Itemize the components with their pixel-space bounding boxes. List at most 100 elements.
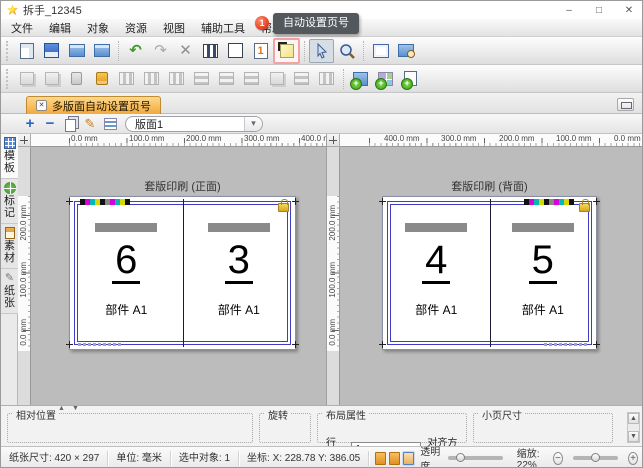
- remove-layout-item-button[interactable]: −: [41, 115, 59, 132]
- ruler-label: 300.0 mm: [244, 134, 280, 143]
- menu-object[interactable]: 对象: [79, 19, 117, 37]
- scroll-up-icon[interactable]: ▲: [628, 413, 639, 424]
- sidebar-tab-materials[interactable]: 素材: [1, 224, 18, 269]
- page-slot[interactable]: 4 部件 A1: [383, 197, 490, 349]
- menu-resource[interactable]: 资源: [117, 19, 155, 37]
- sidebar-tab-label: 标记: [4, 195, 16, 219]
- active-document-tab[interactable]: ✕ 多版面自动设置页号: [26, 96, 161, 114]
- add-layout-item-button[interactable]: +: [21, 115, 39, 132]
- opacity-half-icon[interactable]: [389, 452, 400, 465]
- new-file-button[interactable]: [14, 39, 39, 63]
- close-button[interactable]: ✕: [622, 5, 636, 16]
- imposition-grid-button[interactable]: [223, 39, 248, 63]
- minus-icon: −: [46, 115, 55, 132]
- menu-tools[interactable]: 辅助工具: [193, 19, 253, 37]
- lock-button[interactable]: [64, 67, 89, 91]
- collapse-down-icon[interactable]: ▼: [72, 405, 79, 412]
- group-title: 布局属性: [323, 407, 369, 422]
- align-top-button[interactable]: [239, 67, 264, 91]
- toolbar-grip[interactable]: [6, 41, 11, 61]
- align-bottom-button[interactable]: [189, 67, 214, 91]
- swap-pages-icon: [119, 72, 134, 85]
- columns-view-icon: [203, 44, 218, 58]
- zoom-slider-thumb[interactable]: [591, 453, 600, 462]
- menu-file[interactable]: 文件: [3, 19, 41, 37]
- export-layout-button[interactable]: [89, 39, 114, 63]
- front-sheet[interactable]: 6 部件 A1 3 部件 A1: [69, 196, 296, 350]
- menu-view[interactable]: 视图: [155, 19, 193, 37]
- page-header-bar: [405, 223, 467, 232]
- scroll-down-icon[interactable]: ▼: [628, 431, 639, 442]
- sidebar-tab-paper[interactable]: ✎ 纸张: [1, 269, 18, 314]
- properties-scrollbar[interactable]: ▲ ▼: [627, 412, 640, 443]
- undo-button[interactable]: ↶: [123, 39, 148, 63]
- maximize-button[interactable]: □: [592, 5, 606, 16]
- collapse-up-icon[interactable]: ▲: [58, 405, 65, 412]
- add-layout-button[interactable]: [348, 67, 373, 91]
- menu-edit[interactable]: 编辑: [41, 19, 79, 37]
- opacity-transparent-icon[interactable]: [403, 452, 414, 465]
- ruler-label: 100.0 mm: [328, 262, 337, 298]
- edit-layout-button[interactable]: ✎: [81, 115, 99, 132]
- layout-list-button[interactable]: [101, 115, 119, 132]
- add-parts-button[interactable]: [373, 67, 398, 91]
- coordinates-status: 坐标: X: 228.78 Y: 386.05: [239, 451, 369, 466]
- paper-pen-icon: ✎: [4, 272, 16, 284]
- add-page-button[interactable]: [398, 67, 423, 91]
- opacity-slider[interactable]: [448, 456, 503, 460]
- sidebar-tab-marks[interactable]: 标记: [1, 179, 18, 224]
- columns-view-button[interactable]: [198, 39, 223, 63]
- page-slot[interactable]: 3 部件 A1: [183, 197, 296, 349]
- toolbar-grip[interactable]: [6, 69, 11, 89]
- flip-horizontal-button[interactable]: [139, 67, 164, 91]
- import-layout-button[interactable]: [64, 39, 89, 63]
- columns-layout-button[interactable]: [314, 67, 339, 91]
- rows-layout-button[interactable]: [289, 67, 314, 91]
- auto-page-number-button[interactable]: [273, 38, 300, 64]
- page-slot[interactable]: 5 部件 A1: [490, 197, 597, 349]
- page-slot[interactable]: 6 部件 A1: [70, 197, 183, 349]
- fit-page-button[interactable]: [368, 39, 393, 63]
- group-icon: [20, 72, 34, 85]
- zoom-in-button[interactable]: +: [628, 452, 638, 465]
- zoom-level: 缩放: 22%: [517, 445, 549, 468]
- ungroup-button[interactable]: [39, 67, 64, 91]
- unlock-button[interactable]: [89, 67, 114, 91]
- layout-select[interactable]: 版面1 ▾: [125, 116, 263, 132]
- workspace: 模板 标记 素材 ✎ 纸张 0.0 mm 100.0 mm 200.0 mm: [1, 134, 643, 405]
- tile-pages-button[interactable]: [264, 67, 289, 91]
- minimize-button[interactable]: –: [562, 5, 576, 16]
- select-tool-button[interactable]: [309, 39, 334, 63]
- ruler-origin-button[interactable]: [327, 134, 340, 147]
- zoom-out-button[interactable]: −: [553, 452, 563, 465]
- zoom-tool-button[interactable]: [334, 39, 359, 63]
- tab-list-button[interactable]: [617, 98, 634, 111]
- back-canvas[interactable]: 套版印刷 (背面) 4 部件 A1: [340, 147, 643, 405]
- tab-label: 多版面自动设置页号: [52, 98, 151, 114]
- back-sheet[interactable]: 4 部件 A1 5 部件 A1: [382, 196, 597, 350]
- zoom-slider[interactable]: [573, 456, 618, 460]
- chevron-down-icon[interactable]: ▾: [244, 117, 262, 131]
- preview-settings-button[interactable]: [393, 39, 418, 63]
- delete-button[interactable]: ✕: [173, 39, 198, 63]
- flip-vertical-button[interactable]: [164, 67, 189, 91]
- tab-close-icon[interactable]: ✕: [36, 100, 47, 111]
- ruler-label: 0.0 mm: [328, 319, 337, 346]
- group-button[interactable]: [14, 67, 39, 91]
- front-canvas[interactable]: 套版印刷 (正面) 6 部件 A1: [31, 147, 326, 405]
- opacity-slider-thumb[interactable]: [456, 453, 465, 462]
- status-bar: 纸张尺寸: 420 × 297 单位: 毫米 选中对象: 1 坐标: X: 22…: [1, 446, 642, 468]
- columns-layout-icon: [319, 72, 334, 85]
- opacity-solid-icon[interactable]: [375, 452, 386, 465]
- layout-select-value: 版面1: [126, 116, 244, 132]
- page-number-button[interactable]: 1: [248, 39, 273, 63]
- list-icon: [104, 118, 117, 130]
- copy-layout-button[interactable]: [61, 115, 79, 132]
- sidebar-tab-templates[interactable]: 模板: [1, 134, 18, 179]
- align-middle-button[interactable]: [214, 67, 239, 91]
- save-button[interactable]: [39, 39, 64, 63]
- redo-button[interactable]: ↷: [148, 39, 173, 63]
- ruler-origin-button[interactable]: [18, 134, 31, 147]
- ungroup-icon: [45, 72, 59, 85]
- swap-pages-button[interactable]: [114, 67, 139, 91]
